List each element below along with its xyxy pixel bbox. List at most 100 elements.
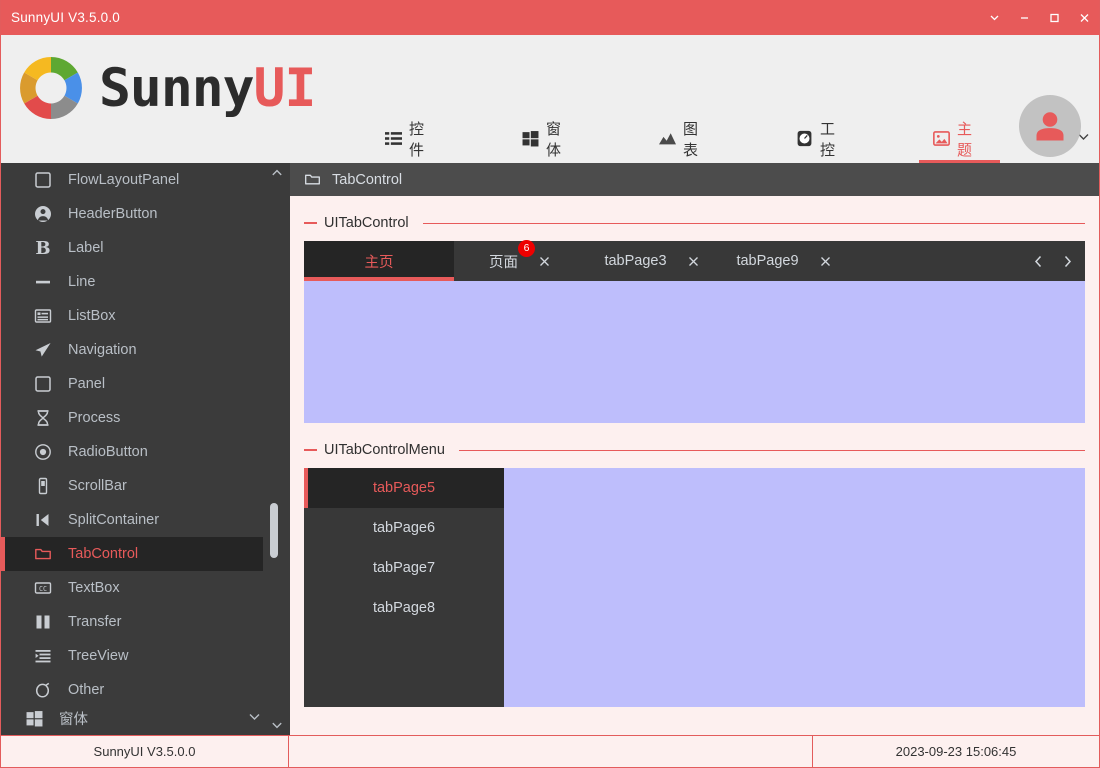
nav-item-tubiao[interactable]: 图表	[645, 117, 726, 163]
groupbox-uitabcontrolmenu: UITabControlMenu tabPage5 tabPage6 tabPa…	[304, 441, 1085, 707]
treeview-icon	[32, 645, 54, 667]
hourglass-icon	[32, 407, 54, 429]
scrollbar-track[interactable]	[263, 183, 290, 715]
svg-text:CC: CC	[39, 585, 47, 593]
body: FlowLayoutPanel HeaderButton B Label Lin…	[0, 163, 1100, 735]
tab-strip: 主页 页面 6 tabPage3 tabPage9	[304, 239, 1085, 281]
tab-close-icon[interactable]	[819, 255, 832, 268]
tab-badge: 6	[518, 239, 535, 257]
tab-nav-buttons	[1031, 241, 1085, 281]
page-header: TabControl	[290, 163, 1099, 196]
sidebar-item-scrollbar[interactable]: ScrollBar	[1, 469, 290, 503]
sidebar-item-process[interactable]: Process	[1, 401, 290, 435]
sidebar-item-splitcontainer[interactable]: SplitContainer	[1, 503, 290, 537]
tab-menu-item-tabpage8[interactable]: tabPage8	[304, 588, 504, 628]
sidebar-item-label: FlowLayoutPanel	[68, 172, 180, 188]
sidebar-item-radiobutton[interactable]: RadioButton	[1, 435, 290, 469]
sidebar-item-tabcontrol[interactable]: TabControl	[1, 537, 290, 571]
sunny-donut-logo-icon	[15, 52, 87, 124]
groupbox-title: UITabControl	[324, 215, 409, 231]
sidebar-item-label: Other	[68, 682, 105, 698]
listbox-icon	[32, 305, 54, 327]
tab-menu-item-label: tabPage5	[372, 480, 436, 496]
minimize-button[interactable]	[1009, 0, 1039, 35]
radio-icon	[32, 441, 54, 463]
square-icon	[32, 373, 54, 395]
folder-icon	[32, 543, 54, 565]
nav-item-label: 图表	[683, 120, 699, 159]
windows-icon	[522, 130, 539, 147]
sidebar-item-line[interactable]: Line	[1, 265, 290, 299]
chart-icon	[659, 130, 676, 147]
status-bar: SunnyUI V3.5.0.0 2023-09-23 15:06:45	[0, 735, 1100, 767]
sidebar-item-label: Panel	[68, 376, 106, 392]
chevron-left-icon[interactable]	[1031, 254, 1046, 269]
sidebar-item-treeview[interactable]: TreeView	[1, 639, 290, 673]
sidebar-scrollbar[interactable]	[263, 163, 290, 735]
scrollbar-thumb[interactable]	[270, 503, 278, 558]
nav-item-chuangti[interactable]: 窗体	[508, 117, 589, 163]
chevron-right-icon[interactable]	[1060, 254, 1075, 269]
nav-item-zhuti[interactable]: 主题	[919, 117, 1000, 163]
status-datetime: 2023-09-23 15:06:45	[895, 744, 1017, 759]
tab-label: tabPage9	[736, 253, 799, 269]
status-version: SunnyUI V3.5.0.0	[1, 736, 289, 767]
maximize-button[interactable]	[1039, 0, 1069, 35]
sidebar-item-listbox[interactable]: ListBox	[1, 299, 290, 333]
uitabcontrol: 主页 页面 6 tabPage3 tabPage9	[304, 239, 1085, 423]
close-button[interactable]	[1069, 0, 1099, 35]
logo-text-accent: UI	[253, 57, 317, 119]
sidebar-item-flowlayoutpanel[interactable]: FlowLayoutPanel	[1, 163, 290, 197]
page-title: TabControl	[332, 171, 403, 188]
sidebar-item-textbox[interactable]: CC TextBox	[1, 571, 290, 605]
sidebar-item-panel[interactable]: Panel	[1, 367, 290, 401]
sidebar-section-label: 窗体	[59, 712, 88, 728]
tab-tabpage3[interactable]: tabPage3	[586, 241, 718, 281]
tab-menu-item-label: tabPage8	[372, 600, 436, 616]
tab-menu-page-content	[504, 468, 1085, 707]
nav-item-kongjian[interactable]: 控件	[371, 117, 452, 163]
user-avatar-icon	[1036, 112, 1064, 141]
groupbox-rule	[422, 222, 1085, 224]
tab-label: tabPage3	[604, 253, 667, 269]
sidebar-item-label: Label	[68, 240, 104, 256]
chevron-down-icon[interactable]	[247, 709, 262, 728]
sidebar-item-transfer[interactable]: Transfer	[1, 605, 290, 639]
tab-tabpage9[interactable]: tabPage9	[718, 241, 850, 281]
tab-close-icon[interactable]	[687, 255, 700, 268]
chevron-up-icon[interactable]	[263, 163, 290, 183]
tab-label: 页面 6	[489, 239, 535, 272]
sidebar-item-label: ListBox	[68, 308, 116, 324]
sidebar-item-label: HeaderButton	[68, 206, 158, 222]
dash-icon	[32, 271, 54, 293]
extend-button[interactable]	[979, 0, 1009, 35]
sidebar-section-chuangti[interactable]: 窗体	[1, 702, 290, 735]
groupbox-dash-icon	[304, 222, 317, 224]
sidebar-item-label: TabControl	[68, 546, 139, 562]
tab-menu-item-tabpage5[interactable]: tabPage5	[304, 468, 504, 508]
circle-arrow-icon	[32, 679, 54, 701]
tab-label: 主页	[364, 254, 394, 271]
square-icon	[32, 169, 54, 191]
chevron-down-icon[interactable]	[263, 715, 290, 735]
sidebar-item-headerbutton[interactable]: HeaderButton	[1, 197, 290, 231]
nav-item-gongkong[interactable]: 工控	[782, 117, 863, 163]
avatar[interactable]	[1019, 95, 1081, 157]
sidebar-item-label[interactable]: B Label	[1, 231, 290, 265]
tab-yemian[interactable]: 页面 6	[454, 239, 586, 281]
tab-close-icon[interactable]	[538, 255, 551, 268]
sidebar-item-navigation[interactable]: Navigation	[1, 333, 290, 367]
windows-icon	[23, 710, 45, 727]
folder-icon	[304, 171, 321, 188]
sidebar-item-other[interactable]: Other	[1, 673, 290, 702]
groupbox-title: UITabControlMenu	[324, 442, 445, 458]
tab-menu-item-label: tabPage7	[372, 560, 436, 576]
tab-zhuye[interactable]: 主页	[304, 241, 454, 281]
tab-menu-item-tabpage7[interactable]: tabPage7	[304, 548, 504, 588]
split-icon	[32, 509, 54, 531]
logo: SunnyUI	[1, 35, 317, 124]
sidebar-item-label: TreeView	[68, 648, 129, 664]
list-icon	[385, 130, 402, 147]
sidebar-item-label: ScrollBar	[68, 478, 127, 494]
tab-menu-item-tabpage6[interactable]: tabPage6	[304, 508, 504, 548]
